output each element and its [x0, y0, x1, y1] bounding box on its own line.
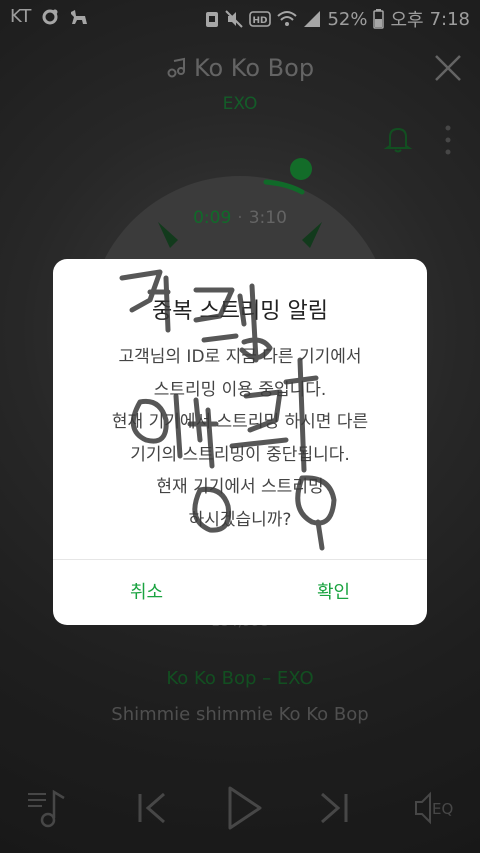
dialog-message-line: 현재 기기에서 스트리밍 하시면 다른 [111, 412, 369, 432]
dialog-message-line: 기기의 스트리밍이 중단됩니다. [130, 444, 350, 465]
dialog-message: 고객님의 ID로 지금 다른 기기에서 스트리밍 이용 중입니다. 현재 기기에… [53, 341, 427, 536]
duplicate-streaming-dialog: 중복 스트리밍 알림 고객님의 ID로 지금 다른 기기에서 스트리밍 이용 중… [53, 259, 427, 625]
dialog-message-line: 현재 기기에서 스트리밍 [156, 477, 324, 497]
dialog-title: 중복 스트리밍 알림 [152, 299, 328, 324]
cancel-button[interactable]: 취소 [53, 560, 240, 625]
dialog-message-line: 하시겠습니까? [188, 509, 292, 530]
dialog-message-line: 스트리밍 이용 중입니다. [153, 379, 327, 400]
music-player-screen: KT HD 52% 오후 7:18 Ko Ko Bop EXO 0:09 · 3… [0, 0, 480, 853]
dialog-message-line: 고객님의 ID로 지금 다른 기기에서 [118, 347, 362, 367]
confirm-button[interactable]: 확인 [240, 560, 427, 625]
